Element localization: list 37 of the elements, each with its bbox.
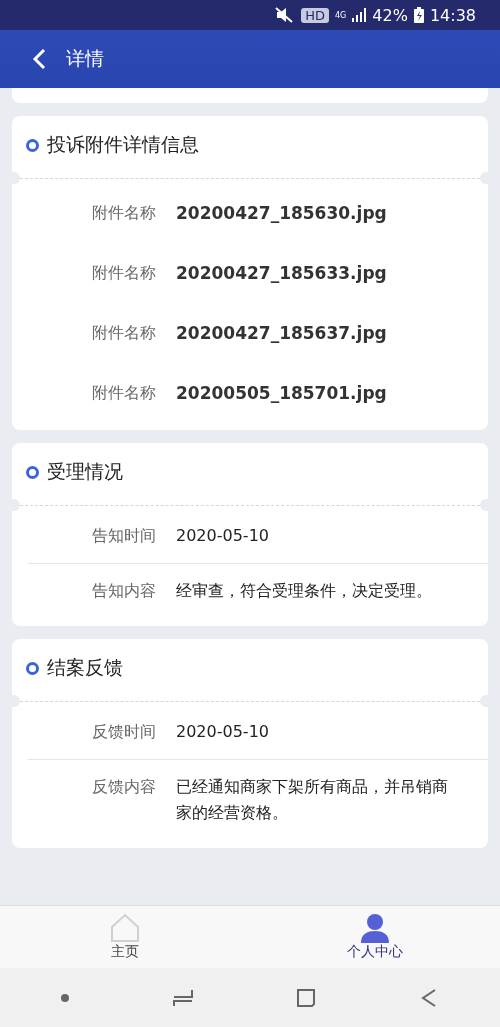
signal-icon [352, 8, 367, 22]
bullet-icon [26, 465, 39, 479]
battery-icon [413, 7, 424, 23]
field-value: 经审查，符合受理条件，决定受理。 [176, 580, 432, 602]
file-name[interactable]: 20200427_185630.jpg [176, 200, 387, 226]
network-label: 4G [335, 10, 347, 20]
field-value: 已经通知商家下架所有商品，并吊销商家的经营资格。 [176, 776, 448, 824]
field-label: 反馈内容 [91, 776, 156, 798]
file-name[interactable]: 20200505_185701.jpg [176, 380, 387, 406]
home-button-icon[interactable] [296, 987, 317, 1008]
page-title: 详情 [66, 46, 104, 71]
back-icon[interactable] [32, 48, 46, 70]
field-label: 告知时间 [91, 525, 156, 547]
clock: 14:38 [429, 5, 476, 25]
section-title: 受理情况 [47, 459, 123, 484]
section-title: 投诉附件详情信息 [47, 132, 199, 157]
field-label: 告知内容 [91, 580, 156, 602]
field-label: 附件名称 [91, 262, 156, 284]
field-label: 反馈时间 [91, 721, 156, 743]
field-label: 附件名称 [91, 202, 156, 224]
field-value: 2020-05-10 [176, 525, 269, 547]
field-label: 附件名称 [91, 322, 156, 344]
battery-percent: 42% [372, 5, 408, 25]
recents-icon[interactable] [171, 987, 194, 1008]
bullet-icon [26, 661, 39, 675]
bullet-icon [26, 138, 39, 152]
person-icon [359, 913, 391, 943]
hd-badge: HD [301, 7, 330, 23]
nav-tab[interactable]: 主页 [0, 906, 250, 968]
field-value: 2020-05-10 [176, 721, 269, 743]
nav-tab[interactable]: 个人中心 [250, 906, 500, 968]
file-name[interactable]: 20200427_185633.jpg [176, 260, 387, 286]
section-title: 结案反馈 [47, 655, 123, 680]
field-label: 附件名称 [91, 382, 156, 404]
file-name[interactable]: 20200427_185637.jpg [176, 320, 387, 346]
dot-icon[interactable] [61, 993, 70, 1002]
home-icon [109, 913, 141, 943]
